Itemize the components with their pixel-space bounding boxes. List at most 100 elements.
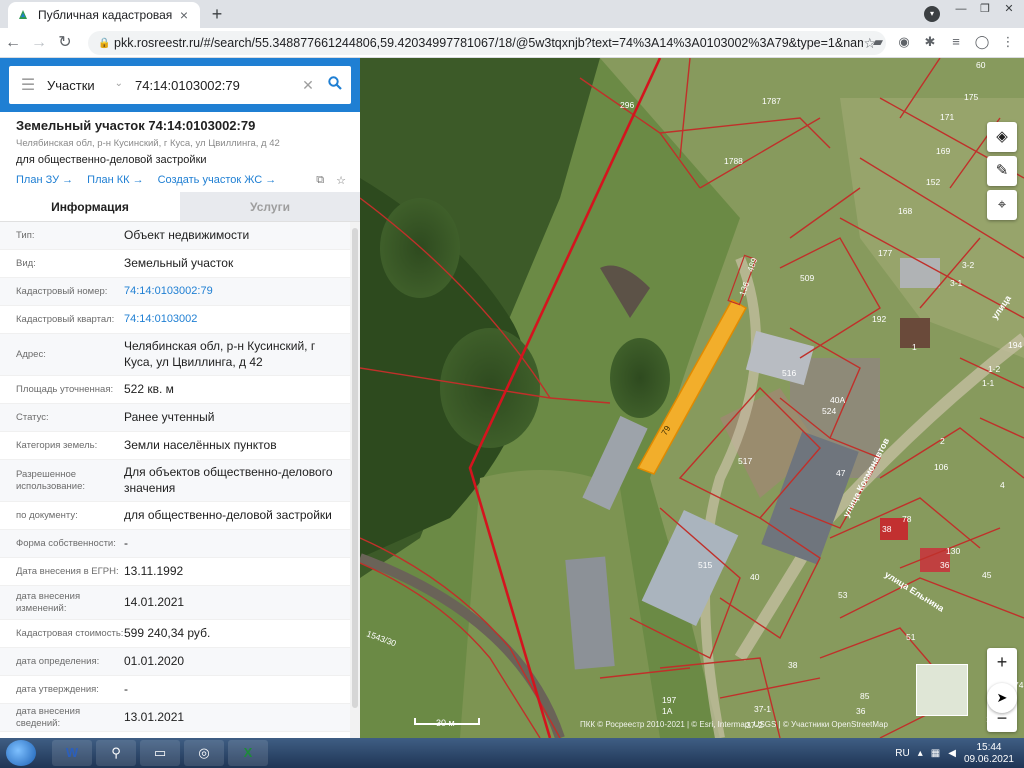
report-icon[interactable]: ⧉ (316, 174, 324, 187)
close-window-icon[interactable]: ✕ (998, 0, 1020, 18)
parcel-label: 130 (946, 546, 960, 556)
language-indicator[interactable]: RU (895, 748, 909, 759)
attribute-label: Разрешенное использование: (16, 468, 86, 492)
extension-icon[interactable]: ◉ (894, 31, 914, 53)
parcel-label: 296 (620, 100, 634, 110)
reload-icon[interactable]: ↻ (52, 30, 78, 56)
tab-search-icon[interactable]: ▾ (924, 6, 940, 22)
attribute-row: Кадастровая стоимость: 599 240,34 руб. (0, 620, 350, 648)
map-tools: ◈ ✎ ⌖ (987, 122, 1017, 220)
zoom-in-button[interactable]: + (987, 648, 1017, 676)
tab-info[interactable]: Информация (0, 192, 180, 221)
minimap[interactable] (916, 664, 968, 716)
compass-icon[interactable]: ➤ (987, 683, 1017, 713)
search-icon[interactable] (319, 76, 351, 94)
attribute-value: 01.01.2020 (124, 653, 185, 668)
attribute-row: Адрес: Челябинская обл, р-н Кусинский, г … (0, 334, 350, 376)
plan-kk-link[interactable]: План КК → (87, 174, 143, 187)
menu-icon[interactable]: ⋮ (998, 31, 1018, 53)
tray-arrow-icon[interactable]: ▴ (918, 748, 923, 759)
attribute-link[interactable]: 74:14:0103002:79 (124, 284, 350, 298)
locate-icon[interactable]: ⌖ (987, 190, 1017, 220)
parcel-label: 171 (940, 112, 954, 122)
attribute-row: дата определения: 01.01.2020 (0, 648, 350, 676)
attribute-row: Тип: Объект недвижимости (0, 222, 350, 250)
parcel-label: 53 (838, 590, 848, 600)
browser-tab[interactable]: Публичная кадастровая карта × (8, 2, 200, 28)
object-address: Челябинская обл, р-н Кусинский, г Куса, … (16, 138, 280, 149)
attribute-label: дата внесения сведений: (16, 705, 81, 729)
attribute-label: Категория земель: (16, 439, 98, 451)
extension-icon[interactable]: ▰ (868, 31, 888, 53)
clear-icon[interactable]: ✕ (297, 77, 319, 94)
parcel-label: 78 (902, 514, 912, 524)
object-purpose: для общественно-деловой застройки (16, 154, 207, 166)
search-type-select[interactable]: Участки ⌄ (47, 78, 129, 93)
attribute-label: Дата внесения в ЕГРН: (16, 565, 119, 577)
network-icon[interactable]: ▦ (931, 748, 940, 759)
volume-icon[interactable]: ◀ (948, 748, 956, 759)
attribute-label: дата утверждения: (16, 683, 99, 695)
parcel-label: 60 (976, 60, 986, 70)
word-icon[interactable]: W (52, 740, 92, 766)
attribute-label: дата определения: (16, 655, 100, 667)
lock-icon: 🔒 (98, 37, 111, 49)
attribute-row: Разрешенное использование: Для объектов о… (0, 460, 350, 502)
excel-icon[interactable]: X (228, 740, 268, 766)
attribute-row: Площадь уточненная: 522 кв. м (0, 376, 350, 404)
minimize-icon[interactable]: — (950, 0, 972, 18)
attribute-value: 13.11.1992 (124, 563, 184, 578)
address-bar[interactable]: 🔒 pkk.rosreestr.ru/#/search/55.348877661… (88, 31, 886, 55)
back-icon[interactable]: ← (0, 30, 26, 56)
puzzle-icon[interactable]: ✱ (920, 31, 940, 53)
parcel-label: 177 (878, 248, 892, 258)
start-button[interactable] (6, 740, 36, 766)
ruler-icon[interactable]: ✎ (987, 156, 1017, 186)
attribute-label: Кадастровая стоимость: (16, 627, 124, 639)
parcel-label: 169 (936, 146, 950, 156)
chevron-down-icon: ⌄ (114, 77, 123, 89)
avatar[interactable]: ◯ (972, 31, 992, 53)
folder-icon[interactable]: ▭ (140, 740, 180, 766)
attribute-row: дата внесения изменений: 14.01.2021 (0, 586, 350, 620)
parcel-label: 1-1 (982, 378, 995, 388)
cadastral-map[interactable]: 296 1787 1788 489 136 79 509 516 40А 524… (360, 58, 1024, 738)
forward-icon[interactable]: → (26, 30, 52, 56)
new-tab-button[interactable]: + (206, 4, 228, 26)
attribute-row: Статус: Ранее учтенный (0, 404, 350, 432)
close-tab-icon[interactable]: × (176, 7, 192, 23)
browser-toolbar: ← → ↻ 🔒 pkk.rosreestr.ru/#/search/55.348… (0, 28, 1024, 58)
plan-zu-link[interactable]: План ЗУ → (16, 174, 73, 187)
parcel-label: 40 (750, 572, 760, 582)
attribute-link[interactable]: 74:14:0103002 (124, 312, 350, 326)
map-imagery: 296 1787 1788 489 136 79 509 516 40А 524… (360, 58, 1024, 738)
attributes-table: Тип: Объект недвижимости Вид: Земельный уча… (0, 222, 350, 732)
reading-list-icon[interactable]: ≡ (946, 31, 966, 53)
object-title: Земельный участок 74:14:0103002:79 (16, 118, 256, 133)
parcel-label: 36 (940, 560, 950, 570)
attribute-row: Дата внесения в ЕГРН: 13.11.1992 (0, 558, 350, 586)
parcel-label: 38 (788, 660, 798, 670)
layers-icon[interactable]: ◈ (987, 122, 1017, 152)
hamburger-icon[interactable]: ☰ (9, 75, 47, 95)
create-parcel-link[interactable]: Создать участок ЖС → (158, 174, 277, 187)
parcel-label: 524 (822, 406, 836, 416)
attribute-value: - (124, 681, 128, 696)
clock[interactable]: 15:44 09.06.2021 (964, 742, 1014, 765)
favorite-star-icon[interactable]: ☆ (336, 174, 346, 187)
attribute-row: Форма собственности: - (0, 530, 350, 558)
restore-icon[interactable]: ❐ (974, 0, 996, 18)
scrollbar-thumb[interactable] (352, 228, 358, 708)
parcel-label: 197 (662, 695, 676, 705)
attribute-row: Кадастровый квартал: 74:14:0103002 (0, 306, 350, 334)
parcel-label: 516 (782, 368, 796, 378)
extensions-area: ▰ ◉ ✱ ≡ ◯ ⋮ (868, 31, 1018, 53)
browser-tabstrip: Публичная кадастровая карта × + ▾ — ❐ ✕ (0, 0, 1024, 28)
taskbar: W ⚲ ▭ ◎ X RU ▴ ▦ ◀ 15:44 09.06.2021 (0, 738, 1024, 768)
tab-services[interactable]: Услуги (180, 192, 360, 221)
chrome-icon[interactable]: ◎ (184, 740, 224, 766)
search-input[interactable]: 74:14:0103002:79 (129, 78, 297, 93)
attribute-value: 522 кв. м (124, 381, 174, 396)
address-url[interactable]: pkk.rosreestr.ru/#/search/55.34887766124… (114, 36, 863, 50)
search-tool-icon[interactable]: ⚲ (96, 740, 136, 766)
